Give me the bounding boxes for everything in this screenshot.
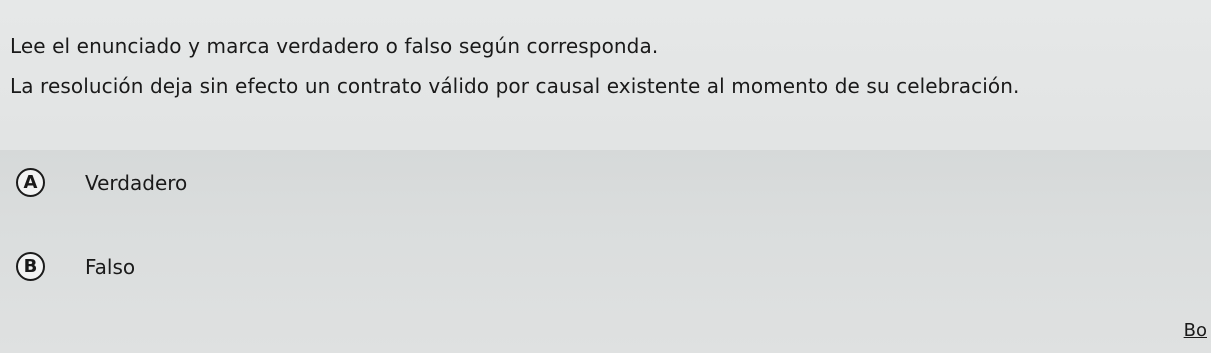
option-label: Falso bbox=[85, 254, 136, 279]
option-falso[interactable]: B Falso bbox=[16, 252, 135, 281]
answer-options: A Verdadero B Falso Bo bbox=[0, 150, 1211, 353]
question-prompt: Lee el enunciado y marca verdadero o fal… bbox=[0, 0, 1211, 150]
quiz-page: Lee el enunciado y marca verdadero o fal… bbox=[0, 0, 1211, 353]
option-letter-badge: A bbox=[16, 168, 45, 197]
question-statement: La resolución deja sin efecto un contrat… bbox=[10, 74, 1020, 98]
instruction-text: Lee el enunciado y marca verdadero o fal… bbox=[10, 34, 659, 58]
truncated-link[interactable]: Bo bbox=[1184, 320, 1207, 341]
option-letter-badge: B bbox=[16, 252, 45, 281]
option-verdadero[interactable]: A Verdadero bbox=[16, 168, 187, 197]
option-label: Verdadero bbox=[85, 170, 188, 195]
